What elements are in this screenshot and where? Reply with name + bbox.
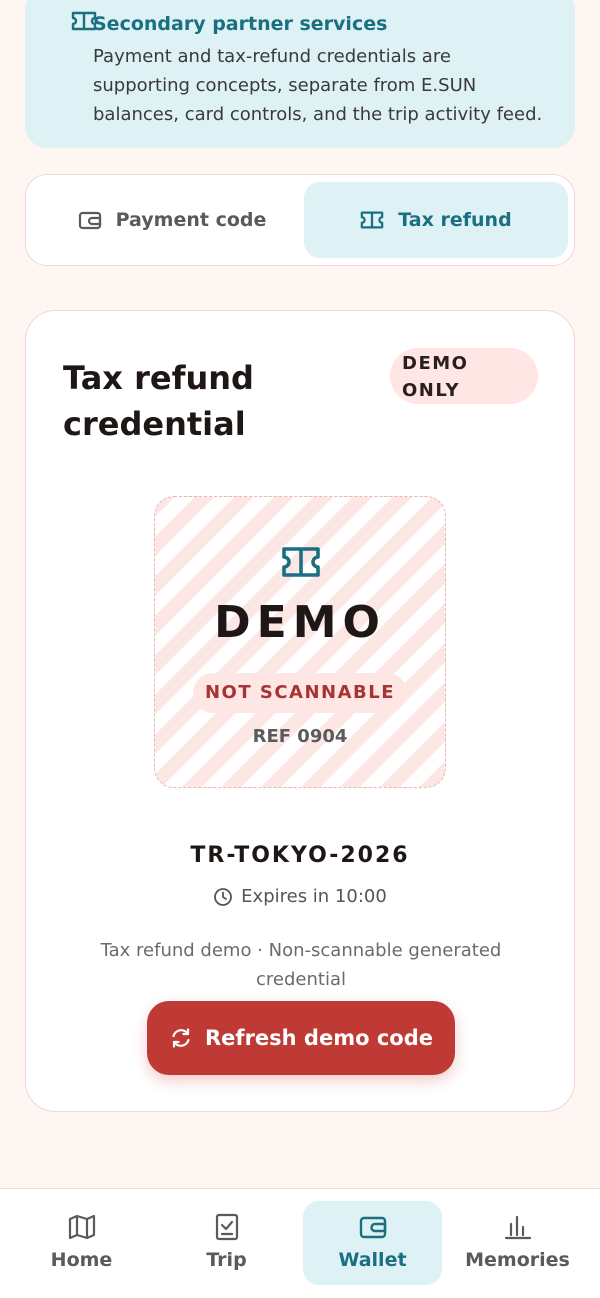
wallet-icon: [359, 1216, 386, 1239]
not-scannable-badge: NOT SCANNABLE: [193, 673, 407, 713]
info-banner: Secondary partner services Payment and t…: [25, 0, 575, 148]
nav-item-wallet[interactable]: Wallet: [303, 1201, 442, 1285]
nav-label-wallet: Wallet: [338, 1249, 407, 1271]
refresh-label: Refresh demo code: [205, 1026, 433, 1050]
nav-label-home: Home: [50, 1249, 113, 1271]
credential-card: Tax refund credential DEMO ONLY DEMO NOT…: [25, 310, 575, 1112]
checklist-icon: [215, 1213, 238, 1241]
credential-caption: Tax refund demo · Non-scannable generate…: [100, 940, 502, 990]
bar-chart-icon: [504, 1215, 531, 1240]
banner-body: Payment and tax-refund credentials are s…: [93, 46, 543, 125]
tab-tax-refund[interactable]: Tax refund: [304, 182, 568, 258]
ticket-icon: [361, 211, 384, 229]
map-icon: [68, 1214, 95, 1240]
credential-tabs: Payment code Tax refund: [25, 174, 575, 266]
nav-item-memories[interactable]: Memories: [448, 1201, 587, 1285]
bottom-nav: Home Trip Wallet Memories: [0, 1188, 600, 1298]
credential-code: TR-TOKYO-2026: [190, 843, 410, 868]
tab-payment-label: Payment code: [115, 209, 267, 231]
refresh-demo-code-button[interactable]: Refresh demo code: [147, 1001, 455, 1075]
tab-tax-label: Tax refund: [398, 209, 512, 231]
nav-label-trip: Trip: [206, 1249, 247, 1271]
expiry-row: Expires in 10:00: [26, 886, 574, 907]
tab-payment-code[interactable]: Payment code: [40, 182, 304, 258]
nav-item-home[interactable]: Home: [12, 1201, 151, 1285]
banner-title: Secondary partner services: [93, 13, 388, 35]
wallet-screen: Secondary partner services Payment and t…: [0, 0, 600, 1298]
reference-number: REF 0904: [252, 726, 348, 747]
card-title: Tax refund credential: [63, 359, 254, 443]
wallet-icon: [78, 211, 101, 230]
ticket-icon: [71, 11, 97, 31]
demo-watermark: DEMO: [214, 597, 386, 648]
nav-label-memories: Memories: [465, 1249, 570, 1271]
ticket-icon: [282, 547, 320, 577]
clock-icon: [214, 887, 233, 906]
expiry-text: Expires in 10:00: [241, 886, 387, 907]
demo-badge: DEMO ONLY: [390, 348, 538, 404]
nav-item-trip[interactable]: Trip: [157, 1201, 296, 1285]
refresh-icon: [172, 1028, 190, 1048]
demo-code-placeholder: DEMO NOT SCANNABLE REF 0904: [154, 496, 446, 788]
